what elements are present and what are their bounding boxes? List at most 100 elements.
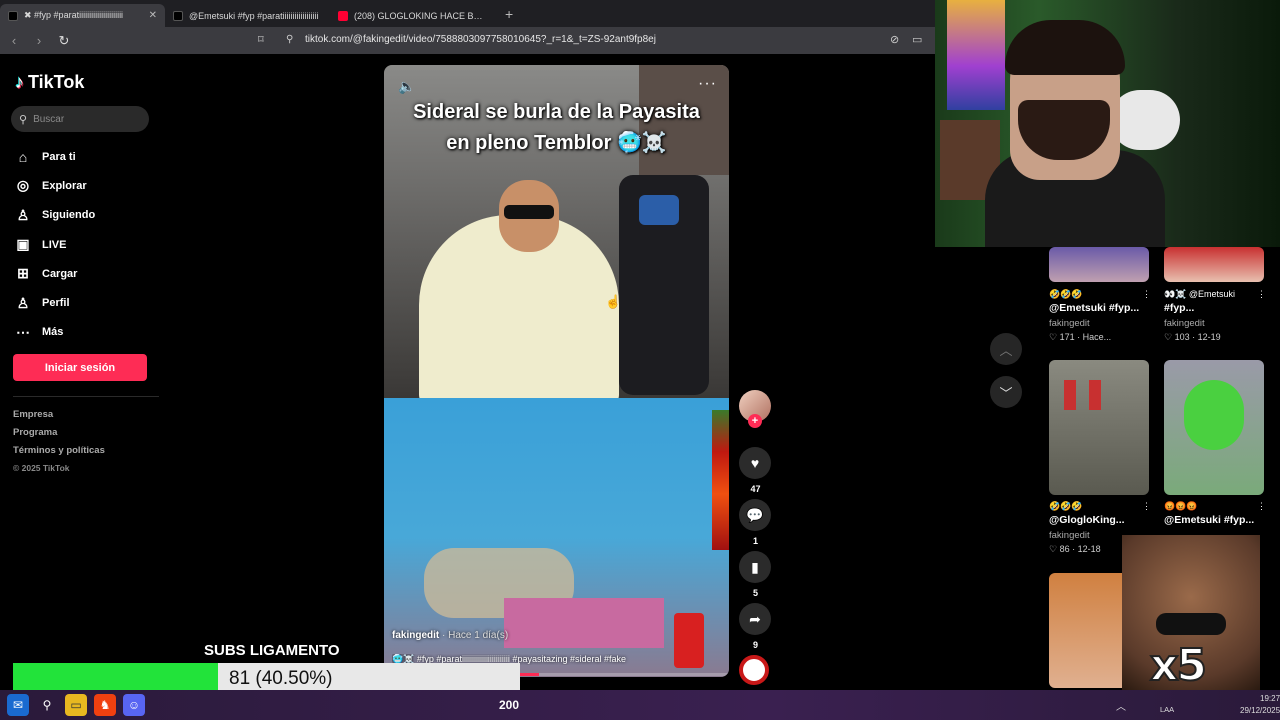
follow-plus-icon[interactable]: + bbox=[748, 414, 762, 428]
more-options-icon[interactable]: ⋮ bbox=[1257, 501, 1266, 512]
new-tab-button[interactable]: + bbox=[495, 6, 523, 22]
subs-goal-fill bbox=[13, 663, 219, 693]
search-input[interactable] bbox=[33, 113, 134, 125]
tiktok-logo[interactable]: ♪ TikTok bbox=[15, 72, 84, 93]
previous-video-button[interactable]: ︿ bbox=[990, 333, 1022, 365]
footer-link-terminos[interactable]: Términos y políticas bbox=[13, 445, 105, 463]
more-options-icon[interactable]: ⋮ bbox=[1142, 501, 1151, 512]
bookmark-icon[interactable]: ⌑ bbox=[258, 33, 264, 46]
search-icon[interactable]: ⚲ bbox=[36, 694, 58, 716]
tiktok-favicon-icon bbox=[173, 10, 183, 21]
feed-thumbnail-2[interactable] bbox=[1164, 247, 1264, 282]
like-count: 47 bbox=[750, 484, 761, 494]
fire-strip bbox=[712, 410, 729, 550]
volume-icon[interactable]: 🔈 bbox=[398, 78, 415, 95]
tiktok-note-icon: ♪ bbox=[15, 72, 24, 92]
pink-table bbox=[504, 598, 664, 648]
feed-card-meta: ♡ 171 · Hace... bbox=[1049, 332, 1112, 342]
chair-stripe bbox=[639, 195, 679, 225]
more-options-icon[interactable]: ⋮ bbox=[1257, 289, 1266, 300]
url-field[interactable]: tiktok.com/@fakingedit/video/75888030977… bbox=[305, 34, 656, 45]
youtube-favicon-icon bbox=[338, 10, 348, 21]
sidebar-nav: ⌂ Para ti ◎ Explorar ♙ Siguiendo ▣ LIVE … bbox=[14, 142, 95, 347]
back-icon[interactable]: ‹ bbox=[3, 33, 25, 48]
feed-thumbnail-1[interactable] bbox=[1049, 247, 1149, 282]
feed-card-emoji-row: 👀☠️ @Emetsuki ⋮ bbox=[1164, 287, 1266, 302]
sidebar-item-perfil[interactable]: ♙ Perfil bbox=[14, 288, 95, 317]
feed-card-user: fakingedit bbox=[1164, 318, 1205, 329]
feed-card-4[interactable]: 😡😡😡 ⋮ @Emetsuki #fyp... bbox=[1164, 499, 1266, 530]
footer-link-empresa[interactable]: Empresa bbox=[13, 409, 105, 427]
video-player[interactable]: Sideral se burla de la Payasita en pleno… bbox=[384, 65, 729, 677]
music-disc-icon[interactable] bbox=[739, 655, 769, 685]
more-options-icon[interactable]: ⋮ bbox=[1142, 289, 1151, 300]
login-button[interactable]: Iniciar sesión bbox=[13, 354, 147, 381]
caption-line-2: en pleno Temblor 🥶☠️ bbox=[446, 132, 667, 154]
sidebar-item-live[interactable]: ▣ LIVE bbox=[14, 230, 95, 259]
site-info-icon[interactable]: ⚲ bbox=[286, 34, 293, 45]
brave-browser-icon[interactable]: ♞ bbox=[94, 694, 116, 716]
video-caption-title: Sideral se burla de la Payasita en pleno… bbox=[384, 97, 729, 159]
save-count: 5 bbox=[752, 588, 758, 598]
brand-name: TikTok bbox=[28, 72, 85, 92]
following-icon: ♙ bbox=[16, 206, 30, 223]
video-author: fakingedit · Hace 1 día(s) bbox=[392, 630, 508, 641]
share-icon: ➦ bbox=[749, 610, 761, 627]
tiktok-favicon-icon bbox=[8, 10, 18, 21]
more-options-icon[interactable]: ··· bbox=[698, 75, 717, 93]
feed-thumbnail-4[interactable] bbox=[1164, 360, 1264, 495]
screen-icon[interactable]: ▭ bbox=[912, 33, 922, 46]
clock-time: 19:27 bbox=[1260, 694, 1280, 703]
comment-button[interactable]: 💬 bbox=[739, 499, 771, 531]
browser-tab-emetsuki[interactable]: @Emetsuki #fyp #paratiiiiiiiiiiiiiiiiii bbox=[165, 4, 330, 27]
feed-card-emoji-row: 🤣🤣🤣 ⋮ bbox=[1049, 499, 1151, 514]
next-video-button[interactable]: ﹀ bbox=[990, 376, 1022, 408]
player-figure bbox=[1089, 380, 1101, 410]
save-button[interactable]: ▮ bbox=[739, 551, 771, 583]
close-tab-icon[interactable]: ✕ bbox=[149, 10, 157, 21]
system-clock[interactable]: 19:27 29/12/2025 bbox=[1240, 693, 1280, 717]
feed-card-1[interactable]: 🤣🤣🤣 ⋮ @Emetsuki #fyp... fakingedit ♡ 171 … bbox=[1049, 287, 1151, 346]
feed-card-meta: ♡ 103 · 12-19 bbox=[1164, 332, 1221, 342]
browser-tab-youtube[interactable]: (208) GLOGLOKING HACE BATIDOS L bbox=[330, 4, 495, 27]
address-bar: ‹ › ↻ ⌑ ⚲ tiktok.com/@fakingedit/video/7… bbox=[0, 27, 935, 54]
feed-thumbnail-3[interactable] bbox=[1049, 360, 1149, 495]
post-time: · Hace 1 día(s) bbox=[442, 630, 509, 641]
file-explorer-icon[interactable]: ▭ bbox=[65, 694, 87, 716]
comment-count: 1 bbox=[752, 536, 758, 546]
tab-title: @Emetsuki #fyp #paratiiiiiiiiiiiiiiiiii bbox=[189, 10, 319, 21]
language-indicator[interactable]: LAA bbox=[1160, 705, 1174, 714]
author-name[interactable]: fakingedit bbox=[392, 630, 439, 641]
subs-goal-bar: 81 (40.50%) bbox=[13, 663, 520, 693]
browser-tab-tiktok-active[interactable]: ✖ #fyp #paratiiiiiiiiiiiiiiiiiiiiii ✕ bbox=[0, 4, 165, 27]
search-box[interactable]: ⚲ bbox=[11, 106, 149, 132]
caption-line-1: Sideral se burla de la Payasita bbox=[413, 101, 700, 123]
subs-goal-label: SUBS LIGAMENTO bbox=[204, 642, 340, 659]
live-icon: ▣ bbox=[16, 236, 30, 253]
footer-link-programa[interactable]: Programa bbox=[13, 427, 105, 445]
feed-card-emoji: 😡😡😡 bbox=[1164, 501, 1198, 511]
outlook-icon[interactable]: ✉ bbox=[7, 694, 29, 716]
bookmark-icon: ▮ bbox=[751, 558, 759, 575]
sidebar-item-explorar[interactable]: ◎ Explorar bbox=[14, 171, 95, 200]
heart-icon: ♥ bbox=[750, 455, 760, 471]
sidebar-item-para-ti[interactable]: ⌂ Para ti bbox=[14, 142, 95, 171]
subs-goal-text: 81 (40.50%) bbox=[229, 668, 333, 689]
feed-card-2[interactable]: 👀☠️ @Emetsuki ⋮ #fyp... fakingedit ♡ 103 … bbox=[1164, 287, 1266, 346]
mouse-cursor-icon: ☝ bbox=[605, 294, 622, 309]
creator-avatar[interactable]: + bbox=[739, 390, 771, 428]
discord-icon[interactable]: ☺ bbox=[123, 694, 145, 716]
like-button[interactable]: ♥ bbox=[739, 447, 771, 479]
tab-title: (208) GLOGLOKING HACE BATIDOS L bbox=[354, 10, 487, 21]
sidebar-item-mas[interactable]: ⋯ Más bbox=[14, 318, 95, 347]
tab-title: ✖ #fyp #paratiiiiiiiiiiiiiiiiiiiiii bbox=[24, 10, 124, 20]
sidebar-item-siguiendo[interactable]: ♙ Siguiendo bbox=[14, 201, 95, 230]
reload-icon[interactable]: ↻ bbox=[53, 33, 75, 49]
forward-icon[interactable]: › bbox=[28, 33, 50, 48]
clock-date: 29/12/2025 bbox=[1240, 706, 1280, 715]
profile-icon: ♙ bbox=[16, 294, 30, 311]
sidebar-item-cargar[interactable]: ⊞ Cargar bbox=[14, 259, 95, 288]
cast-icon[interactable]: ⊘ bbox=[890, 33, 899, 46]
tray-chevron-up-icon[interactable]: ︿ bbox=[1116, 698, 1126, 713]
share-button[interactable]: ➦ bbox=[739, 603, 771, 635]
